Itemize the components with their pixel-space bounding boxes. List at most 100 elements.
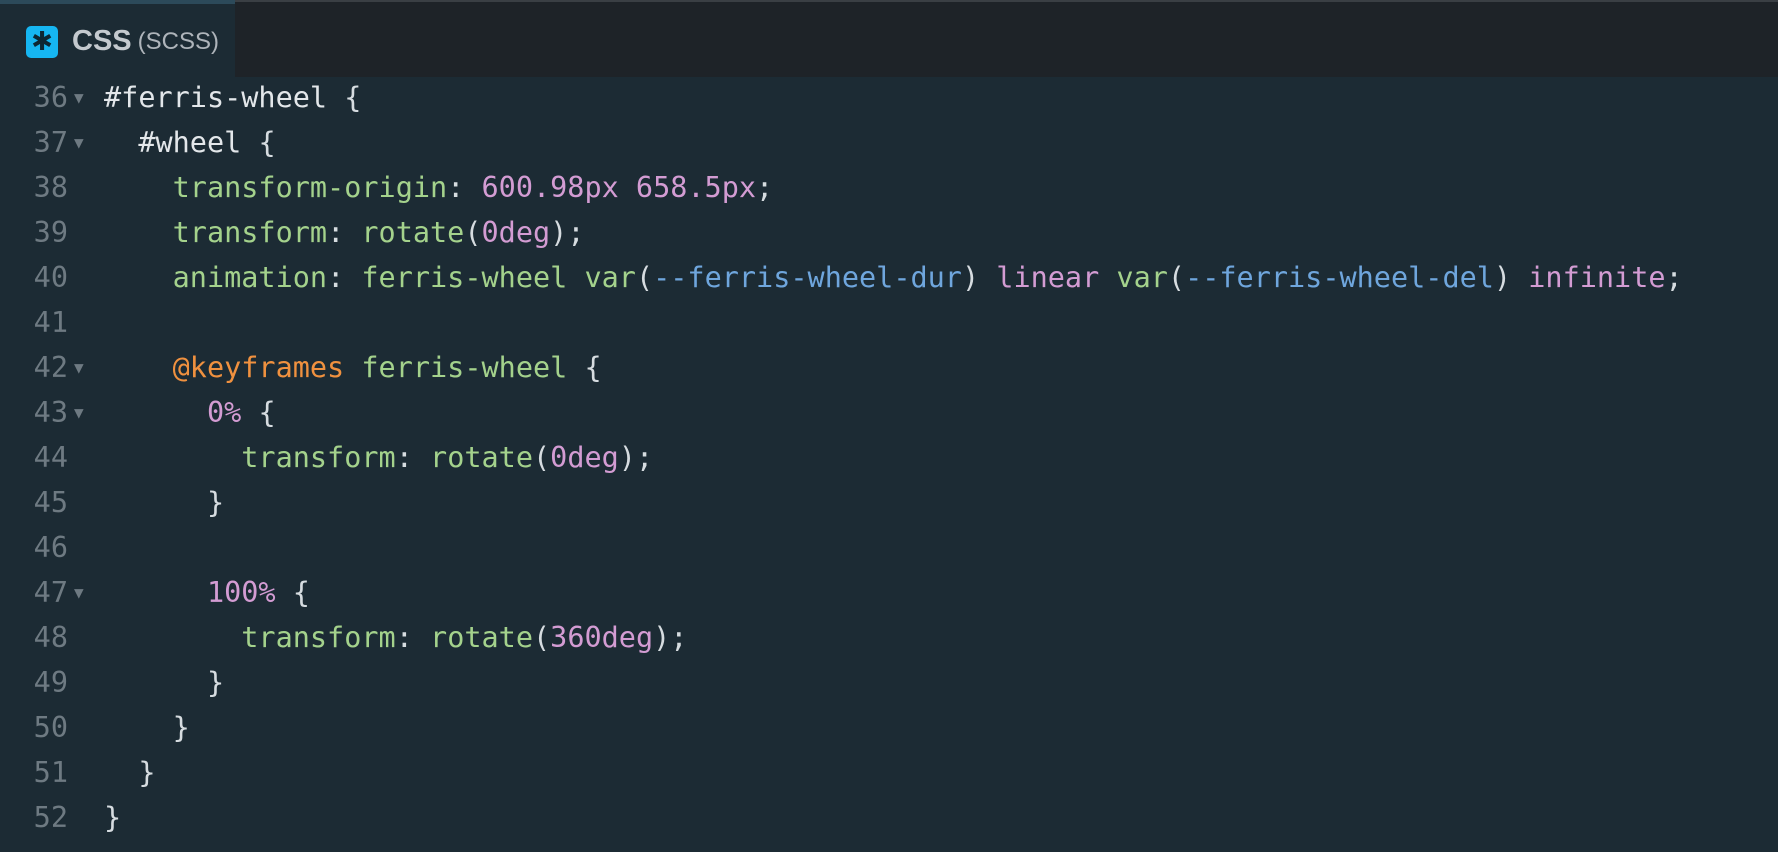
fold-triangle-icon[interactable]: ▼ <box>74 75 84 120</box>
code-line[interactable]: 42 ▼ @keyframes ferris-wheel { <box>0 345 1778 390</box>
code-line[interactable]: 48 transform: rotate(360deg); <box>0 615 1778 660</box>
code-area[interactable]: 36 ▼ #ferris-wheel {37 ▼ #wheel {38 transfo… <box>0 75 1778 840</box>
line-text: } <box>104 705 190 750</box>
code-token: ( <box>532 441 551 474</box>
code-token: { <box>584 351 602 384</box>
code-line[interactable]: 37 ▼ #wheel { <box>0 120 1778 165</box>
fold-triangle-icon[interactable]: ▼ <box>74 345 84 390</box>
scss-asterisk-icon: ✱ <box>26 25 58 58</box>
code-token: : <box>327 261 362 294</box>
code-token: --ferris-wheel-dur <box>653 261 962 294</box>
tab-title: CSS <box>72 25 132 57</box>
fold-triangle-icon[interactable]: ▼ <box>74 570 84 615</box>
line-text: transform: rotate(0deg); <box>104 210 585 255</box>
code-token: } <box>104 756 156 789</box>
code-token: ); <box>618 441 654 474</box>
code-line[interactable]: 43 ▼ 0% { <box>0 390 1778 435</box>
line-number: 52 <box>33 801 68 834</box>
code-token: : <box>395 621 431 654</box>
code-token: { <box>344 81 362 114</box>
fold-triangle-icon[interactable]: ▼ <box>74 390 84 435</box>
code-token: transform <box>104 441 396 474</box>
code-token: : <box>447 171 482 204</box>
code-editor: ✱ CSS (SCSS) 36 ▼ #ferris-wheel {37 ▼ #whee… <box>0 0 1778 852</box>
code-token: ( <box>532 621 551 654</box>
code-token: : <box>395 441 431 474</box>
line-text: 100% { <box>104 570 310 615</box>
code-token: 360deg <box>550 621 654 654</box>
code-token: infinite <box>1528 261 1666 294</box>
line-number: 37 <box>33 126 68 159</box>
tab-css-scss[interactable]: ✱ CSS (SCSS) <box>0 0 235 79</box>
line-text: } <box>104 660 224 705</box>
line-text: #wheel { <box>104 120 276 165</box>
code-token: 100% <box>104 576 293 609</box>
line-text: transform-origin: 600.98px 658.5px; <box>104 165 774 210</box>
code-token: transform <box>104 621 396 654</box>
code-token: { <box>258 126 276 159</box>
line-text: } <box>104 480 224 525</box>
code-line[interactable]: 50 } <box>0 705 1778 750</box>
code-token: ( <box>635 261 654 294</box>
code-token: { <box>258 396 276 429</box>
code-line[interactable]: 46 <box>0 525 1778 570</box>
code-token: rotate <box>361 216 465 249</box>
fold-triangle-icon[interactable]: ▼ <box>74 120 84 165</box>
code-token: ; <box>1665 261 1683 294</box>
code-token: { <box>292 576 310 609</box>
code-token: } <box>104 801 122 834</box>
code-line[interactable]: 41 <box>0 300 1778 345</box>
code-line[interactable]: 44 transform: rotate(0deg); <box>0 435 1778 480</box>
line-number: 39 <box>33 216 68 249</box>
code-line[interactable]: 38 transform-origin: 600.98px 658.5px; <box>0 165 1778 210</box>
code-line[interactable]: 49 } <box>0 660 1778 705</box>
code-token: ); <box>653 621 688 654</box>
code-line[interactable]: 52} <box>0 795 1778 840</box>
code-line[interactable]: 51 } <box>0 750 1778 795</box>
line-number: 44 <box>33 441 68 474</box>
line-text: @keyframes ferris-wheel { <box>104 345 602 390</box>
line-text: } <box>104 795 121 840</box>
line-number: 49 <box>33 666 68 699</box>
code-token: } <box>104 711 190 744</box>
code-token: } <box>104 486 225 519</box>
line-number: 50 <box>33 711 68 744</box>
code-token: linear <box>996 261 1117 294</box>
line-number: 45 <box>33 486 68 519</box>
line-number: 43 <box>33 396 68 429</box>
code-token: 0deg <box>481 216 551 249</box>
line-number: 41 <box>33 306 68 339</box>
line-number: 48 <box>33 621 68 654</box>
line-text: } <box>104 750 155 795</box>
code-token: 600.98px 658.5px <box>481 171 757 204</box>
code-token: ferris-wheel var <box>361 261 636 294</box>
line-text: 0% { <box>104 390 276 435</box>
code-token: 0% <box>104 396 259 429</box>
line-number: 36 <box>33 81 68 114</box>
code-token: #ferris-wheel <box>104 81 345 114</box>
code-line[interactable]: 45 } <box>0 480 1778 525</box>
code-token: animation <box>104 261 328 294</box>
code-line[interactable]: 47 ▼ 100% { <box>0 570 1778 615</box>
line-text: transform: rotate(0deg); <box>104 435 653 480</box>
line-number: 40 <box>33 261 68 294</box>
code-token: @keyframes <box>104 351 362 384</box>
code-token: ; <box>756 171 774 204</box>
code-token: rotate <box>430 441 533 474</box>
code-token: ferris-wheel <box>361 351 585 384</box>
code-line[interactable]: 39 transform: rotate(0deg); <box>0 210 1778 255</box>
code-token: transform-origin <box>104 171 448 204</box>
code-token: ) <box>1493 261 1529 294</box>
code-token: 0deg <box>550 441 619 474</box>
code-token: #wheel <box>104 126 259 159</box>
line-number: 46 <box>33 531 68 564</box>
code-line[interactable]: 36 ▼ #ferris-wheel { <box>0 75 1778 120</box>
code-token: transform <box>104 216 328 249</box>
code-line[interactable]: 40 animation: ferris-wheel var(--ferris-… <box>0 255 1778 300</box>
code-token: ( <box>464 216 482 249</box>
code-token: ( <box>1167 261 1186 294</box>
code-token: var <box>1116 261 1168 294</box>
tab-bar: ✱ CSS (SCSS) <box>0 0 1778 79</box>
code-token: ); <box>550 216 585 249</box>
code-token: : <box>327 216 362 249</box>
